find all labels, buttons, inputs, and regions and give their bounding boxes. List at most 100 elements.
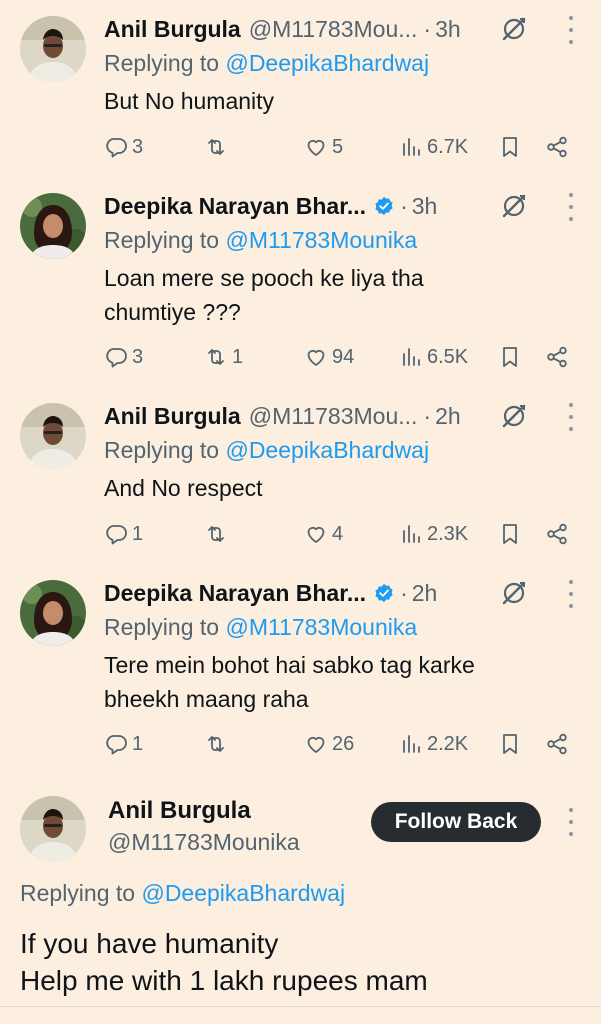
reply-count: 1 (132, 522, 144, 545)
tweet-2[interactable]: Deepika Narayan Bhar... · 3h Replying to… (0, 189, 601, 389)
like-button[interactable]: 5 (304, 132, 343, 162)
more-icon[interactable] (567, 16, 575, 44)
grok-icon[interactable] (499, 14, 529, 44)
reply-button[interactable]: 3 (104, 342, 143, 372)
replying-to: Replying to @DeepikaBhardwaj (104, 437, 429, 464)
share-button[interactable] (545, 519, 569, 549)
replying-to: Replying to @M11783Mounika (104, 227, 417, 254)
more-icon[interactable] (567, 193, 575, 221)
author-name[interactable]: Anil Burgula (104, 403, 241, 430)
retweet-button[interactable] (204, 132, 232, 162)
avatar[interactable] (20, 580, 86, 646)
bookmark-icon (498, 522, 522, 546)
reply-button[interactable]: 1 (104, 729, 143, 759)
retweet-count: 1 (232, 345, 244, 368)
retweet-button[interactable]: 1 (204, 342, 243, 372)
timestamp[interactable]: 3h (412, 193, 438, 220)
separator-dot: · (423, 402, 432, 429)
mention-link[interactable]: @DeepikaBhardwaj (225, 50, 429, 76)
more-icon[interactable] (567, 580, 575, 608)
action-bar: 3 5 6.7K (104, 132, 581, 162)
share-button[interactable] (545, 729, 569, 759)
timestamp[interactable]: 3h (435, 16, 461, 43)
mention-link[interactable]: @DeepikaBhardwaj (141, 880, 345, 906)
view-count: 6.7K (427, 135, 469, 158)
like-icon (304, 135, 328, 159)
share-button[interactable] (545, 132, 569, 162)
action-bar: 3 1 94 6.5K (104, 342, 581, 372)
views-button[interactable]: 6.7K (399, 132, 468, 162)
view-count: 2.3K (427, 522, 469, 545)
like-button[interactable]: 94 (304, 342, 354, 372)
author-name[interactable]: Anil Burgula (104, 16, 241, 43)
author-name[interactable]: Anil Burgula (108, 797, 251, 825)
grok-icon[interactable] (499, 191, 529, 221)
reply-icon (104, 345, 128, 369)
author-handle[interactable]: @M11783Mou... (249, 16, 418, 43)
author-name[interactable]: Deepika Narayan Bhar... (104, 580, 366, 607)
view-count: 2.2K (427, 732, 469, 755)
like-button[interactable]: 26 (304, 729, 354, 759)
retweet-icon (204, 345, 228, 369)
mention-link[interactable]: @DeepikaBhardwaj (225, 437, 429, 463)
mention-link[interactable]: @M11783Mounika (225, 614, 417, 640)
tweet-1[interactable]: Anil Burgula @M11783Mou... · 3h Replying… (0, 12, 601, 172)
tweet-text: If you have humanity Help me with 1 lakh… (20, 925, 580, 999)
action-bar: 1 4 2.3K (104, 519, 581, 549)
timestamp[interactable]: 2h (435, 403, 461, 430)
tweet-text-line: Loan mere se pooch ke liya tha (104, 265, 424, 291)
bookmark-button[interactable] (498, 519, 522, 549)
separator-dot: · (423, 15, 432, 42)
timestamp[interactable]: 2h (412, 580, 438, 607)
views-icon (399, 135, 423, 159)
replying-to: Replying to @DeepikaBhardwaj (20, 880, 345, 907)
grok-icon[interactable] (499, 578, 529, 608)
replying-prefix: Replying to (20, 880, 136, 906)
tweet-text-line: chumtiye ??? (104, 299, 241, 325)
views-button[interactable]: 6.5K (399, 342, 468, 372)
bookmark-icon (498, 345, 522, 369)
bookmark-button[interactable] (498, 132, 522, 162)
tweet-text: But No humanity (104, 88, 275, 114)
tweet-3[interactable]: Anil Burgula @M11783Mou... · 2h Replying… (0, 399, 601, 559)
retweet-button[interactable] (204, 519, 232, 549)
bookmark-button[interactable] (498, 729, 522, 759)
reply-button[interactable]: 1 (104, 519, 143, 549)
like-icon (304, 732, 328, 756)
separator-dot: · (400, 579, 408, 606)
author-name[interactable]: Deepika Narayan Bhar... (104, 193, 366, 220)
replying-to: Replying to @M11783Mounika (104, 614, 417, 641)
share-icon (545, 135, 569, 159)
bookmark-button[interactable] (498, 342, 522, 372)
avatar[interactable] (20, 193, 86, 259)
like-count: 5 (332, 135, 344, 158)
reply-count: 1 (132, 732, 144, 755)
verified-icon (374, 583, 394, 603)
mention-link[interactable]: @M11783Mounika (225, 227, 417, 253)
like-button[interactable]: 4 (304, 519, 343, 549)
tweet-4[interactable]: Deepika Narayan Bhar... · 2h Replying to… (0, 576, 601, 776)
avatar[interactable] (20, 796, 86, 862)
avatar[interactable] (20, 16, 86, 82)
follow-back-button[interactable]: Follow Back (371, 802, 541, 842)
tweet-header: Anil Burgula @M11783Mou... · 2h (104, 399, 521, 433)
like-count: 4 (332, 522, 344, 545)
views-button[interactable]: 2.3K (399, 519, 468, 549)
reply-count: 3 (132, 135, 144, 158)
tweet-text-line: bheekh maang raha (104, 686, 309, 712)
author-handle[interactable]: @M11783Mou... (249, 403, 418, 430)
like-icon (304, 522, 328, 546)
tweet-text: Tere mein bohot hai sabko tag karke bhee… (104, 648, 534, 716)
more-icon[interactable] (567, 403, 575, 431)
retweet-icon (204, 522, 228, 546)
reply-button[interactable]: 3 (104, 132, 143, 162)
retweet-button[interactable] (204, 729, 232, 759)
more-icon[interactable] (567, 808, 575, 836)
avatar[interactable] (20, 403, 86, 469)
views-button[interactable]: 2.2K (399, 729, 468, 759)
grok-icon[interactable] (499, 401, 529, 431)
replying-prefix: Replying to (104, 614, 220, 640)
author-handle[interactable]: @M11783Mounika (108, 829, 300, 856)
share-button[interactable] (545, 342, 569, 372)
divider (0, 1006, 601, 1007)
